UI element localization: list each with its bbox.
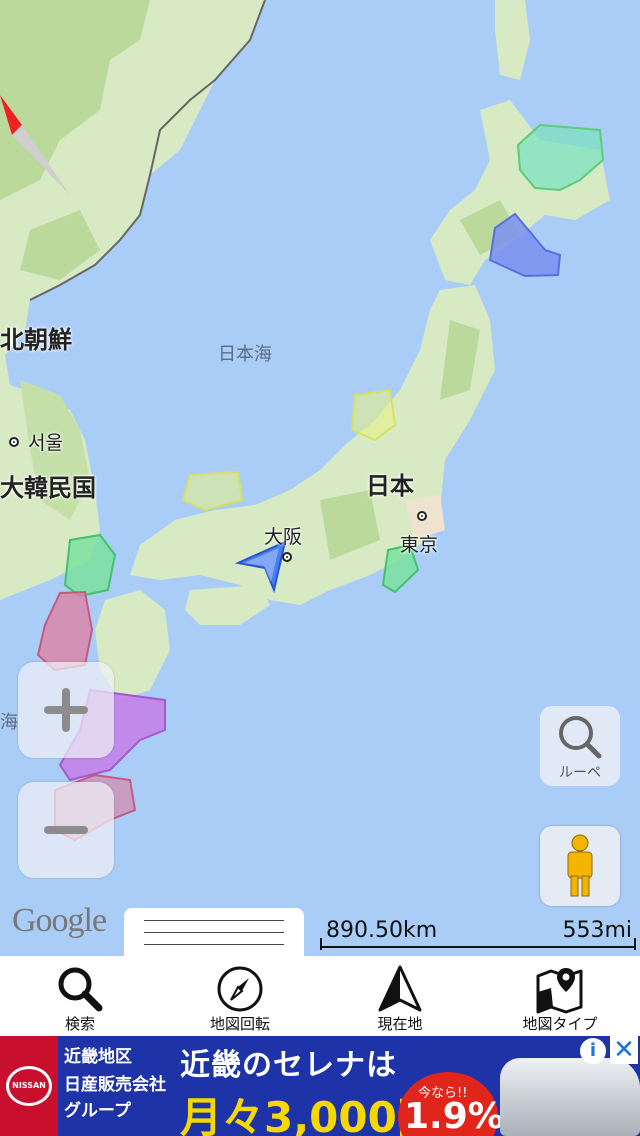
- magnifier-icon: [559, 716, 602, 759]
- pegman-icon: [567, 834, 593, 897]
- ad-dealer-line3: グループ: [64, 1101, 131, 1121]
- label-seoul: 서울: [28, 432, 63, 454]
- scale-km: 890.50km: [326, 918, 438, 943]
- toolbar-location-label: 現在地: [377, 1015, 423, 1033]
- zoom-in-button[interactable]: [18, 662, 114, 758]
- label-north-korea: 北朝鮮: [0, 326, 72, 354]
- bottom-toolbar: 検索 地図回転 現在地 地図タイプ: [0, 956, 640, 1036]
- loupe-button[interactable]: ルーペ: [540, 706, 620, 786]
- ad-info-icon[interactable]: i: [580, 1038, 606, 1064]
- toolbar-map-type[interactable]: 地図タイプ: [480, 956, 640, 1036]
- loupe-label: ルーペ: [559, 765, 601, 781]
- label-sea-of-japan: 日本海: [218, 344, 272, 365]
- toolbar-search[interactable]: 検索: [0, 956, 160, 1036]
- minus-icon: [44, 826, 88, 834]
- toolbar-map-type-label: 地図タイプ: [522, 1015, 598, 1033]
- ad-dealer-line2: 日産販売会社: [64, 1075, 166, 1095]
- navigation-arrow-icon: [378, 965, 422, 1012]
- ad-rate: 1.9%: [404, 1096, 504, 1136]
- ad-close-icon[interactable]: ✕: [610, 1036, 638, 1064]
- ad-rate-badge: 今なら!! 1.9%: [398, 1072, 504, 1136]
- ad-dealer-line1: 近畿地区: [64, 1047, 132, 1067]
- label-sea-partial: 海: [0, 712, 18, 733]
- car-image: [500, 1058, 640, 1136]
- search-icon: [58, 967, 103, 1012]
- map-view[interactable]: 北朝鮮 日本海 서울 大韓民国 大阪 日本 東京 海 ルーペ Google 89…: [0, 0, 640, 956]
- toolbar-search-label: 検索: [64, 1015, 95, 1033]
- ad-banner[interactable]: NISSAN 近畿地区 日産販売会社 グループ 近畿のセレナは 月々3,000円…: [0, 1036, 640, 1136]
- city-marker-seoul: [9, 437, 19, 447]
- compass-icon: [217, 966, 263, 1012]
- google-logo: Google: [12, 902, 107, 939]
- toolbar-rotate-map[interactable]: 地図回転: [160, 956, 320, 1036]
- scale-bar: 890.50km 553mi: [320, 916, 636, 956]
- nissan-logo: NISSAN: [0, 1036, 58, 1136]
- label-japan: 日本: [366, 472, 414, 500]
- ad-headline: 近畿のセレナは: [180, 1048, 397, 1083]
- scale-mi: 553mi: [562, 918, 632, 943]
- toolbar-rotate-label: 地図回転: [209, 1015, 270, 1033]
- city-marker-tokyo: [417, 511, 427, 521]
- toolbar-current-location[interactable]: 現在地: [320, 956, 480, 1036]
- label-osaka: 大阪: [264, 526, 303, 548]
- city-marker-osaka: [282, 552, 292, 562]
- label-south-korea: 大韓民国: [0, 474, 96, 502]
- street-view-button[interactable]: [540, 826, 620, 906]
- zoom-out-button[interactable]: [18, 782, 114, 878]
- label-tokyo: 東京: [400, 534, 439, 556]
- drawer-handle[interactable]: [124, 908, 304, 956]
- map-type-icon: [536, 968, 583, 1014]
